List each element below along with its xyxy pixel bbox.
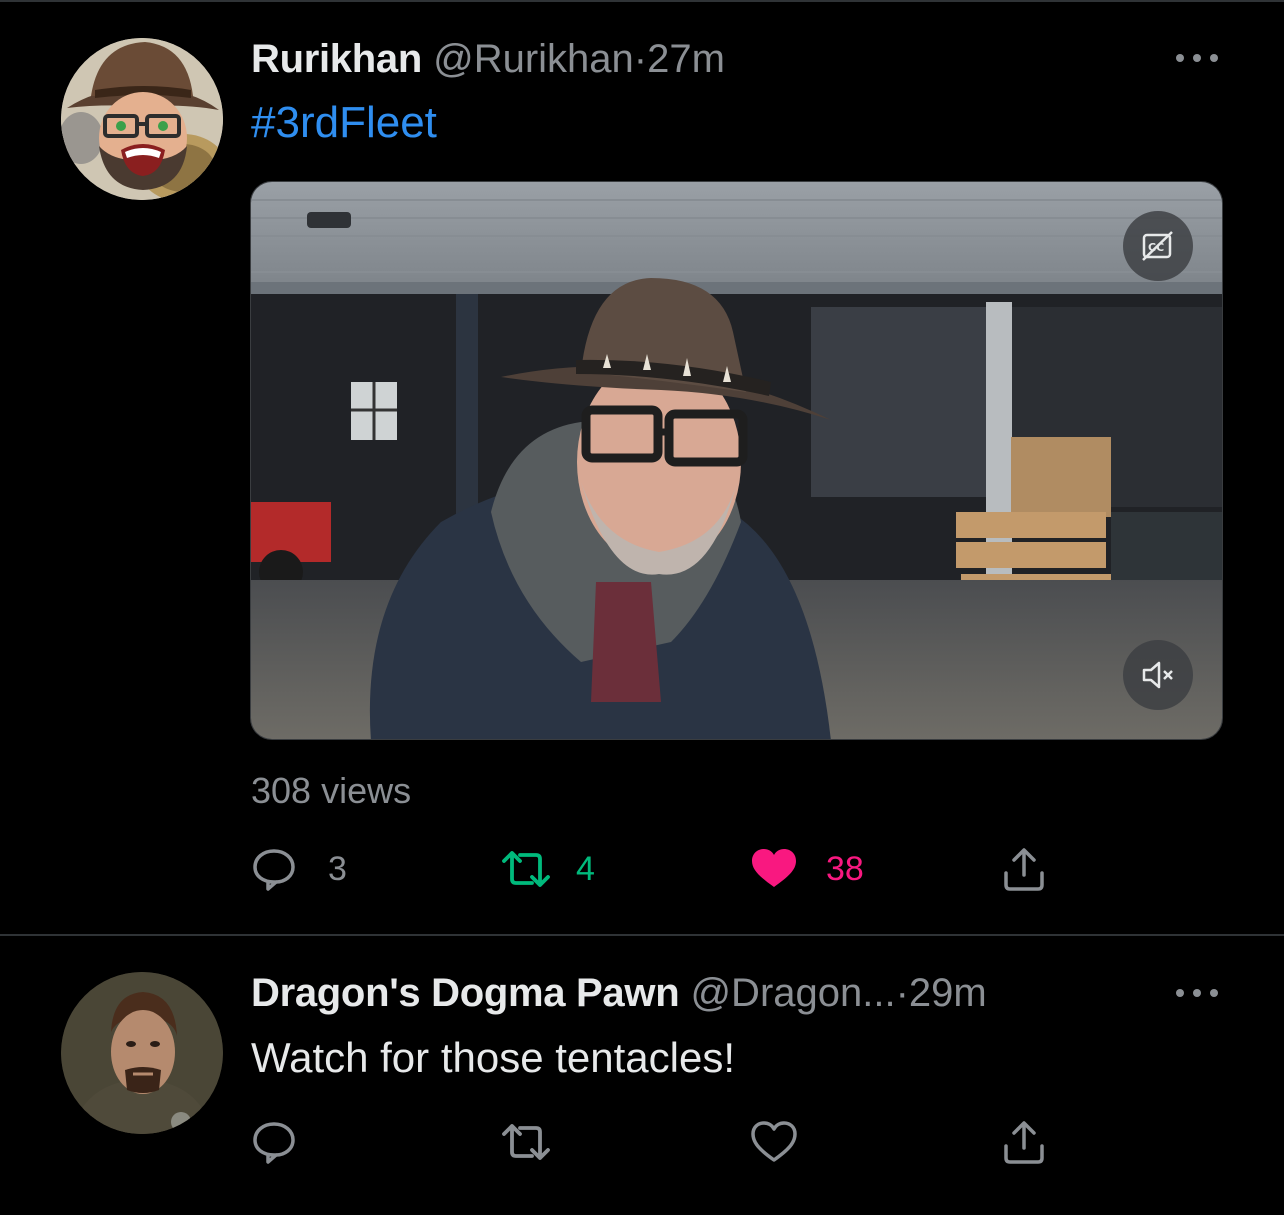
view-count: 308 views xyxy=(251,770,412,811)
tweet-text: Watch for those tentacles! xyxy=(251,1034,736,1081)
tweet-rurikhan[interactable]: Rurikhan @Rurikhan·27m #3rdFleet 308 vie… xyxy=(0,0,1284,934)
share-icon xyxy=(1004,1121,1044,1164)
user-handle[interactable]: @Rurikhan xyxy=(433,37,634,81)
like-button[interactable]: 38 xyxy=(750,845,890,893)
more-icon[interactable] xyxy=(1174,47,1220,67)
like-button[interactable] xyxy=(750,1118,798,1166)
timestamp[interactable]: 29m xyxy=(909,971,987,1015)
heart-icon xyxy=(751,1121,797,1162)
reply-icon xyxy=(253,849,295,891)
user-handle[interactable]: @Dragon... xyxy=(690,971,895,1015)
avatar-dragons-dogma-pawn[interactable] xyxy=(61,972,223,1134)
share-button[interactable] xyxy=(1000,1118,1048,1166)
display-name[interactable]: Rurikhan xyxy=(251,37,422,81)
captions-off-icon[interactable]: CC xyxy=(1123,211,1193,281)
retweet-count: 4 xyxy=(576,850,595,888)
tweet-header: Dragon's Dogma Pawn @Dragon...·29m xyxy=(251,970,987,1016)
retweet-button[interactable] xyxy=(500,1118,552,1166)
tweet-dragons-dogma-pawn[interactable]: Dragon's Dogma Pawn @Dragon...·29m Watch… xyxy=(0,936,1284,1215)
retweet-icon xyxy=(502,851,550,887)
avatar-rurikhan[interactable] xyxy=(61,38,223,200)
video-player[interactable] xyxy=(250,181,1223,740)
reply-icon xyxy=(253,1122,295,1164)
share-button[interactable] xyxy=(1000,845,1048,893)
reply-button[interactable]: 3 xyxy=(250,845,370,893)
timestamp[interactable]: 27m xyxy=(647,37,725,81)
separator-dot: · xyxy=(633,37,648,81)
share-icon xyxy=(1004,848,1044,891)
display-name[interactable]: Dragon's Dogma Pawn xyxy=(251,971,680,1015)
separator-dot: · xyxy=(895,971,909,1015)
tweet-header: Rurikhan @Rurikhan·27m xyxy=(251,36,725,82)
heart-icon xyxy=(752,849,796,887)
tweet-hashtag-link[interactable]: #3rdFleet xyxy=(251,97,437,149)
reply-button[interactable] xyxy=(250,1118,298,1166)
more-icon[interactable] xyxy=(1174,982,1220,1002)
muted-speaker-icon[interactable] xyxy=(1123,640,1193,710)
video-frame xyxy=(251,182,1222,739)
retweet-button[interactable]: 4 xyxy=(500,845,610,893)
like-count: 38 xyxy=(826,850,864,888)
reply-count: 3 xyxy=(328,850,347,888)
retweet-icon xyxy=(502,1124,550,1160)
